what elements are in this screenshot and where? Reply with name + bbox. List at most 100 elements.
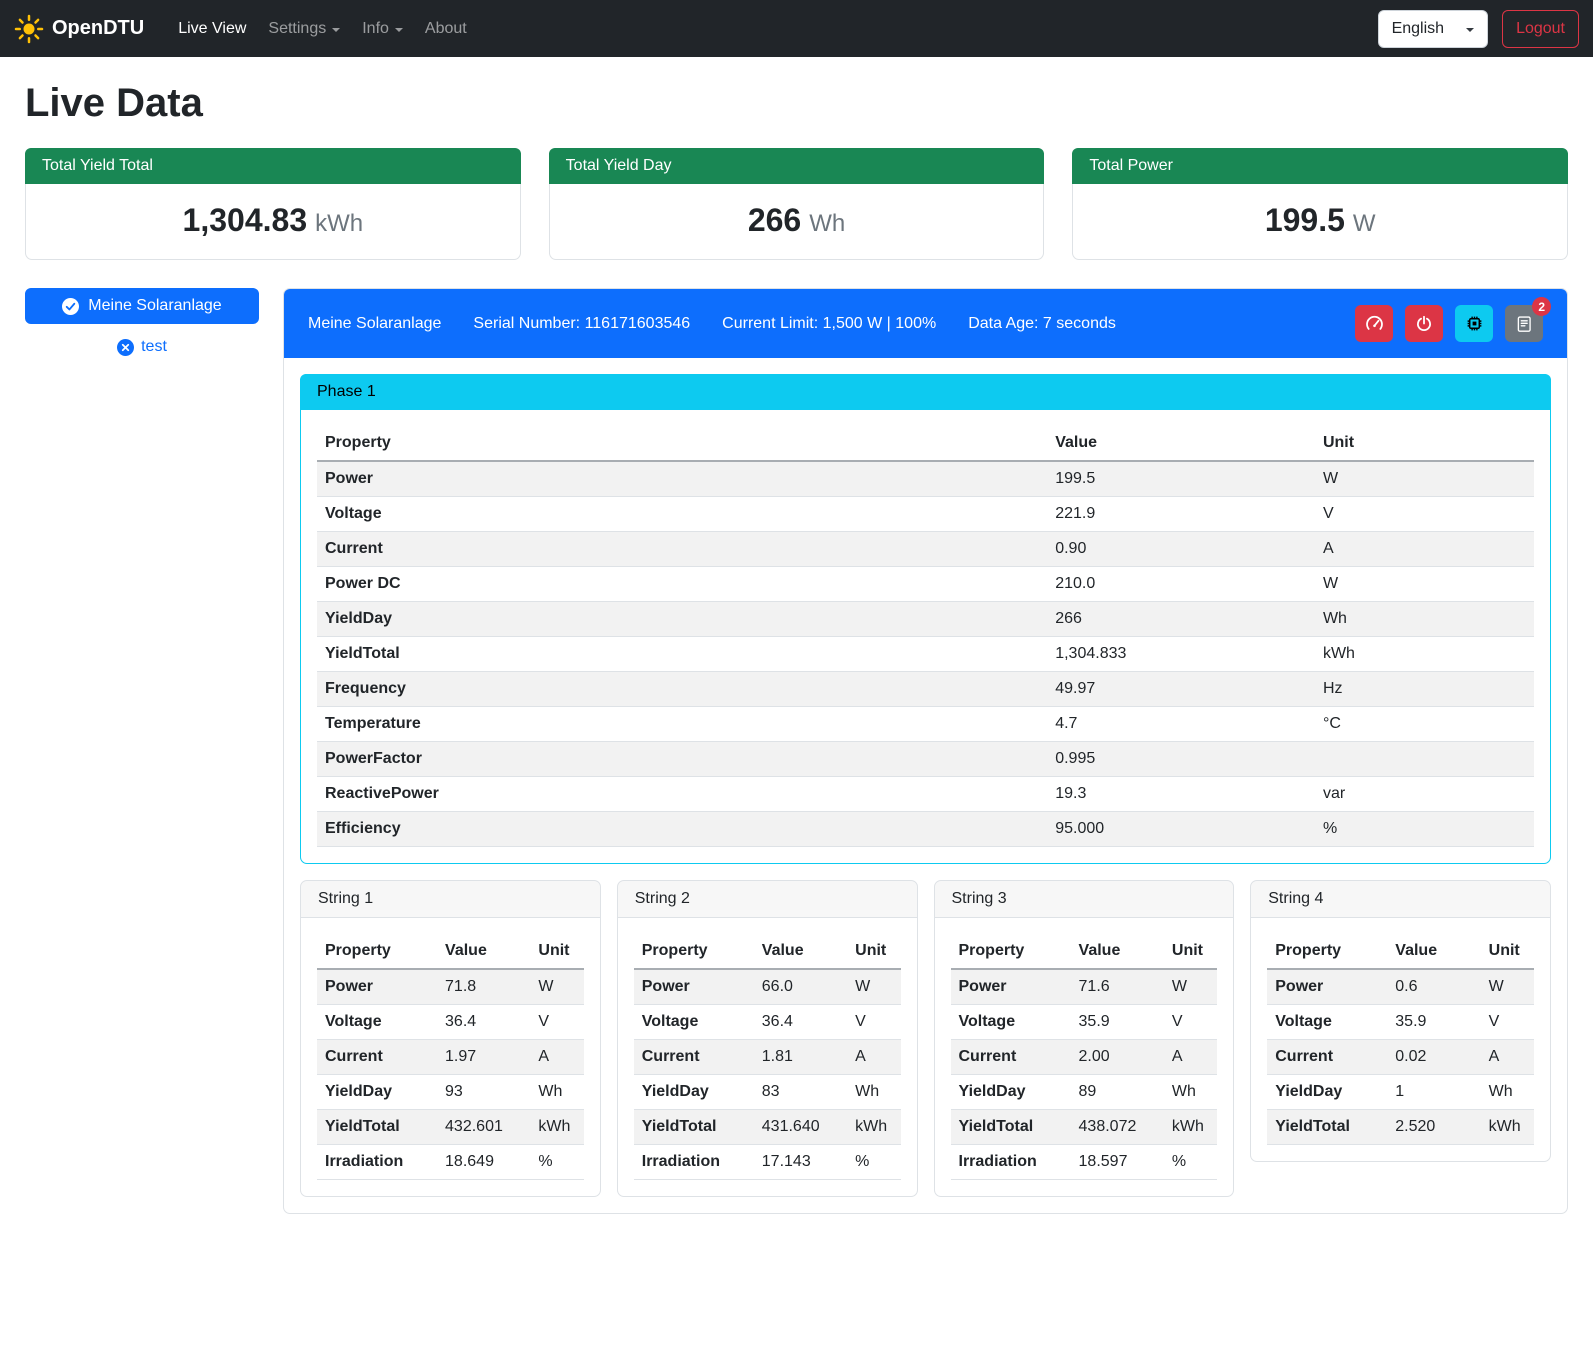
unit: kWh: [315, 210, 363, 237]
device-info-button[interactable]: [1455, 305, 1493, 342]
value-cell: 35.9: [1071, 1005, 1164, 1040]
nav-live-view[interactable]: Live View: [170, 12, 254, 46]
unit-cell: Wh: [1481, 1075, 1534, 1110]
property-cell: Power: [1267, 969, 1387, 1005]
table-row: YieldDay 93 Wh: [317, 1075, 584, 1110]
power-button[interactable]: [1405, 305, 1443, 342]
unit-cell: A: [530, 1040, 583, 1075]
property-cell: YieldTotal: [634, 1110, 754, 1145]
property-cell: Efficiency: [317, 812, 1047, 847]
string-card-title: String 4: [1251, 881, 1550, 918]
unit-cell: kWh: [1315, 637, 1534, 672]
property-cell: Irradiation: [951, 1145, 1071, 1180]
unit-cell: %: [847, 1145, 900, 1180]
unit-cell: Wh: [847, 1075, 900, 1110]
value-cell: 199.5: [1047, 461, 1315, 497]
value-cell: 0.02: [1387, 1040, 1480, 1075]
unit-cell: V: [1481, 1005, 1534, 1040]
phase-card-body: Property Value Unit Power: [301, 410, 1550, 863]
property-cell: YieldDay: [634, 1075, 754, 1110]
property-cell: Voltage: [317, 497, 1047, 532]
string-card-body: Property Value Unit: [935, 918, 1234, 1196]
brand-link[interactable]: OpenDTU: [14, 14, 144, 44]
table-row: Current 2.00 A: [951, 1040, 1218, 1075]
nav-about[interactable]: About: [417, 12, 475, 46]
logout-button[interactable]: Logout: [1502, 10, 1579, 48]
value-cell: 66.0: [754, 969, 847, 1005]
value: 266: [748, 202, 801, 238]
value-cell: 89: [1071, 1075, 1164, 1110]
unit-cell: °C: [1315, 707, 1534, 742]
value-cell: 1: [1387, 1075, 1480, 1110]
card-header: Total Yield Total: [25, 148, 521, 184]
sun-logo-icon: [14, 14, 44, 44]
string-table: Property Value Unit: [634, 934, 901, 1180]
string-card-title: String 2: [618, 881, 917, 918]
language-select[interactable]: English: [1378, 10, 1488, 48]
nav-info-dropdown[interactable]: Info: [354, 12, 411, 46]
navbar: OpenDTU Live View Settings Info About En…: [0, 0, 1593, 57]
card-header: Total Power: [1072, 148, 1568, 184]
value: 1,304.83: [183, 202, 308, 238]
unit-cell: A: [1481, 1040, 1534, 1075]
unit-cell: %: [1164, 1145, 1217, 1180]
string-card-title: String 1: [301, 881, 600, 918]
table-header-row: Property Value Unit: [634, 934, 901, 969]
value-cell: 17.143: [754, 1145, 847, 1180]
table-row: Power 0.6 W: [1267, 969, 1534, 1005]
nav-live-view-label: Live View: [178, 20, 246, 38]
col-unit: Unit: [1315, 426, 1534, 461]
string-card-body: Property Value Unit: [618, 918, 917, 1196]
value-cell: 438.072: [1071, 1110, 1164, 1145]
power-icon: [1415, 315, 1433, 333]
unit: Wh: [809, 210, 845, 237]
event-log-button[interactable]: 2: [1505, 305, 1543, 342]
property-cell: YieldDay: [317, 602, 1047, 637]
property-cell: YieldTotal: [951, 1110, 1071, 1145]
value-cell: 431.640: [754, 1110, 847, 1145]
gauge-icon: [1365, 314, 1384, 333]
limit-settings-button[interactable]: [1355, 305, 1393, 342]
table-row: YieldTotal 432.601 kWh: [317, 1110, 584, 1145]
page-container: Live Data Total Yield Total 1,304.83kWh …: [0, 57, 1593, 1238]
journal-text-icon: [1515, 315, 1533, 333]
col-value: Value: [1071, 934, 1164, 969]
value-cell: 221.9: [1047, 497, 1315, 532]
value-cell: 1.81: [754, 1040, 847, 1075]
value-cell: 71.8: [437, 969, 530, 1005]
inverter-limit: Current Limit: 1,500 W | 100%: [722, 315, 936, 333]
property-cell: Power: [951, 969, 1071, 1005]
sidebar-item-inverter-test[interactable]: test: [25, 338, 259, 356]
inverter-card-header: Meine Solaranlage Serial Number: 1161716…: [284, 289, 1567, 358]
inverter-card-body: Phase 1 Property Value Unit: [284, 358, 1567, 1213]
table-header-row: Property Value Unit: [951, 934, 1218, 969]
col-value: Value: [1387, 934, 1480, 969]
value-cell: 95.000: [1047, 812, 1315, 847]
table-header-row: Property Value Unit: [317, 426, 1534, 461]
unit-cell: kWh: [530, 1110, 583, 1145]
col-unit: Unit: [1481, 934, 1534, 969]
phase-card-title: Phase 1: [300, 374, 1551, 410]
inverter-name: Meine Solaranlage: [308, 315, 441, 333]
table-row: Power 71.6 W: [951, 969, 1218, 1005]
col-value: Value: [1047, 426, 1315, 461]
property-cell: Frequency: [317, 672, 1047, 707]
table-row: Power DC 210.0 W: [317, 567, 1534, 602]
value-cell: 36.4: [754, 1005, 847, 1040]
col-unit: Unit: [847, 934, 900, 969]
property-cell: YieldTotal: [317, 1110, 437, 1145]
navbar-right: English Logout: [1378, 10, 1579, 48]
value-cell: 19.3: [1047, 777, 1315, 812]
sidebar-item-label: Meine Solaranlage: [88, 297, 221, 315]
table-row: Current 1.97 A: [317, 1040, 584, 1075]
string-card-body: Property Value Unit: [1251, 918, 1550, 1161]
nav-settings-dropdown[interactable]: Settings: [260, 12, 348, 46]
unit-cell: %: [1315, 812, 1534, 847]
table-row: YieldTotal 2.520 kWh: [1267, 1110, 1534, 1145]
unit-cell: var: [1315, 777, 1534, 812]
table-row: Voltage 35.9 V: [951, 1005, 1218, 1040]
unit-cell: %: [530, 1145, 583, 1180]
phase-table: Property Value Unit Power: [317, 426, 1534, 847]
value-cell: 266: [1047, 602, 1315, 637]
sidebar-item-inverter-selected[interactable]: Meine Solaranlage: [25, 288, 259, 324]
